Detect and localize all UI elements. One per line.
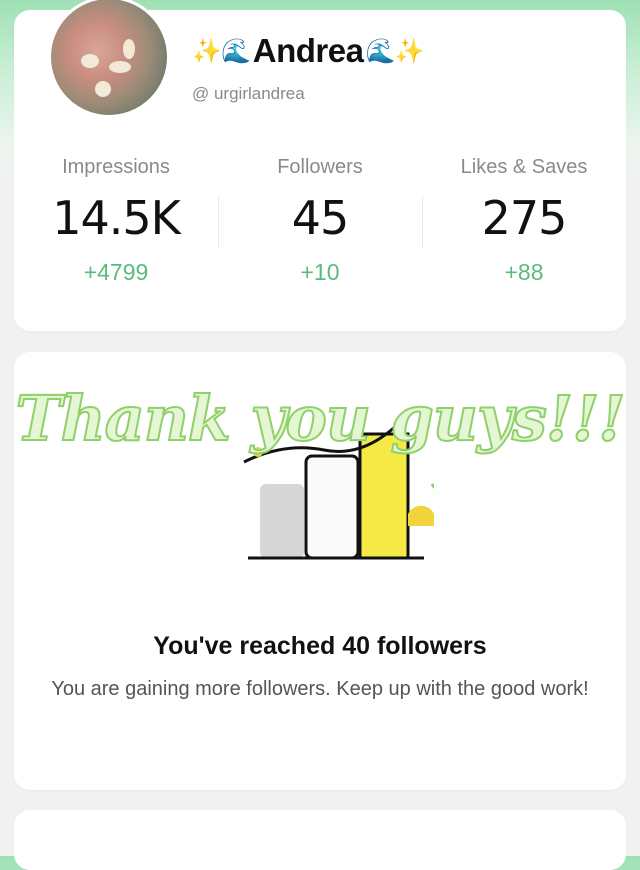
thank-you-overlay: Thank you guys!!!: [14, 381, 626, 456]
stat-label: Followers: [277, 156, 363, 178]
wave-sparkle-icon: 🌊✨: [365, 37, 425, 65]
stat-impressions[interactable]: Impressions 14.5K +4799: [14, 150, 218, 300]
stat-followers[interactable]: Followers 45 +10: [218, 150, 422, 300]
white-bar: [304, 454, 360, 560]
yellow-half-circle: [408, 505, 434, 526]
stat-value: 45: [291, 191, 350, 245]
stats-row: Impressions 14.5K +4799 Followers 45 +10…: [14, 150, 626, 300]
green-squiggle: [430, 483, 434, 489]
stat-delta: +4799: [83, 259, 149, 285]
profile-name-row: ✨🌊 Andrea 🌊✨: [192, 32, 425, 70]
stat-value: 14.5K: [52, 191, 181, 245]
stat-delta: +10: [300, 259, 340, 285]
gray-bar: [260, 484, 304, 558]
avatar[interactable]: [48, 0, 170, 118]
stat-likes-saves[interactable]: Likes & Saves 275 +88: [422, 150, 626, 300]
stat-label: Impressions: [62, 156, 170, 178]
stat-delta: +88: [504, 259, 544, 285]
profile-handle: @ urgirlandrea: [192, 84, 305, 103]
profile-name: Andrea: [252, 32, 364, 69]
milestone-card: Thank you guys!!! You've reached 40 foll…: [14, 352, 627, 790]
milestone-title: You've reached 40 followers: [153, 632, 487, 660]
next-card: [14, 810, 626, 870]
profile-card: ✨🌊 Andrea 🌊✨ @ urgirlandrea Impressions …: [14, 0, 626, 331]
stat-value: 275: [481, 191, 568, 245]
stat-label: Likes & Saves: [460, 156, 588, 178]
milestone-description: You are gaining more followers. Keep up …: [51, 678, 589, 700]
sparkle-wave-icon: ✨🌊: [192, 37, 251, 65]
